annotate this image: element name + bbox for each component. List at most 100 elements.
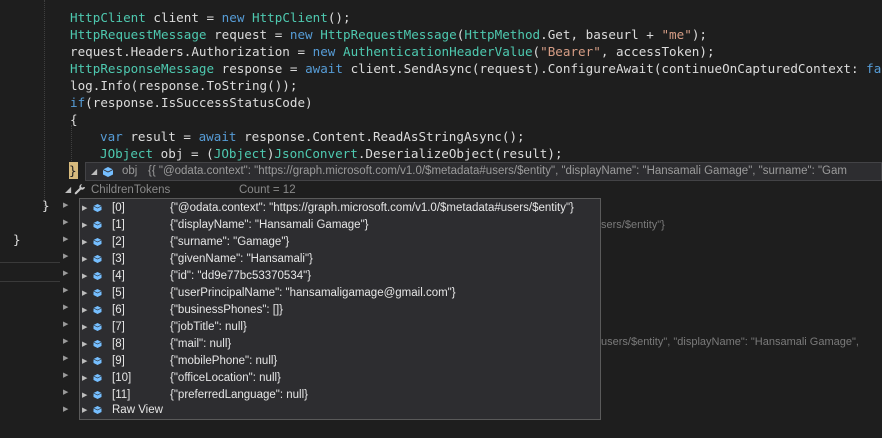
child-token-index: [4] xyxy=(112,270,125,282)
indent-guide xyxy=(44,0,45,210)
child-token-row[interactable]: ▶ [5] {"userPrincipalName": "hansamaligama… xyxy=(80,285,600,302)
expand-arrow-icon[interactable]: ▶ xyxy=(63,269,68,277)
editor-separator xyxy=(0,281,60,282)
child-token-index: [3] xyxy=(112,253,125,265)
child-token-index: [5] xyxy=(112,287,125,299)
code-line-2[interactable]: HttpRequestMessage request = new HttpReq… xyxy=(70,26,707,43)
expand-arrow-icon[interactable]: ▶ xyxy=(63,405,68,413)
expand-arrow-icon[interactable]: ▶ xyxy=(63,218,68,226)
object-cube-icon xyxy=(93,289,102,297)
datatip-value: {{ "@odata.context": "https://graph.micr… xyxy=(148,165,847,177)
child-token-value: {"businessPhones": []} xyxy=(170,304,284,316)
expand-arrow-icon[interactable]: ▶ xyxy=(82,268,87,285)
expand-arrow-icon[interactable]: ▶ xyxy=(63,252,68,260)
expand-arrow-icon[interactable]: ▶ xyxy=(82,251,87,268)
expand-arrow-icon[interactable]: ▶ xyxy=(63,235,68,243)
child-token-row[interactable]: ▶ [3] {"givenName": "Hansamali"} xyxy=(80,251,600,268)
expand-arrow-icon[interactable]: ▶ xyxy=(82,402,87,419)
expand-arrow-icon[interactable]: ▶ xyxy=(82,285,87,302)
wrench-icon xyxy=(74,184,85,195)
expand-arrow-icon[interactable]: ▶ xyxy=(82,234,87,251)
child-token-value: {"id": "dd9e77bc53370534"} xyxy=(170,270,312,282)
background-datatip-text: users/$entity", "displayName": "Hansamal… xyxy=(601,336,859,348)
expand-arrow-icon[interactable]: ▶ xyxy=(63,286,68,294)
children-tokens-label: ChildrenTokens xyxy=(91,184,171,196)
object-cube-icon xyxy=(103,167,113,177)
child-token-index: [10] xyxy=(112,372,132,384)
code-line-10[interactable]: } xyxy=(69,162,78,179)
children-tokens-row[interactable]: ◢ ChildrenTokens Count = 12 xyxy=(62,181,882,199)
expand-arrow-icon[interactable]: ▶ xyxy=(82,370,87,387)
expand-arrow-icon[interactable]: ▶ xyxy=(82,319,87,336)
expand-arrow-icon[interactable]: ▶ xyxy=(63,303,68,311)
child-token-row[interactable]: ▶ [2] {"surname": "Gamage"} xyxy=(80,234,600,251)
code-line-1[interactable]: HttpClient client = new HttpClient(); xyxy=(70,9,351,26)
code-line-8[interactable]: var result = await response.Content.Read… xyxy=(100,128,525,145)
object-cube-icon xyxy=(93,272,102,280)
children-tokens-popup[interactable]: ▶ [0] {"@odata.context": "https://graph.mi… xyxy=(79,198,601,420)
child-token-index: [9] xyxy=(112,355,125,367)
editor-separator xyxy=(0,262,60,263)
child-token-row[interactable]: ▶ [6] {"businessPhones": []} xyxy=(80,302,600,319)
object-cube-icon xyxy=(93,238,102,246)
expand-arrow-icon[interactable]: ◢ xyxy=(65,181,71,199)
code-line-13[interactable]: } xyxy=(13,232,21,247)
code-line-7[interactable]: { xyxy=(70,111,78,128)
child-token-value: {"displayName": "Hansamali Gamage"} xyxy=(170,219,369,231)
code-line-6[interactable]: if(response.IsSuccessStatusCode) xyxy=(70,94,313,111)
expand-arrow-icon[interactable]: ◢ xyxy=(91,163,97,180)
expand-arrow-icon[interactable]: ▶ xyxy=(82,217,87,234)
child-token-index: [7] xyxy=(112,321,125,333)
expand-arrow-icon[interactable]: ▶ xyxy=(63,201,68,209)
child-token-row[interactable]: ▶ [9] {"mobilePhone": null} xyxy=(80,353,600,370)
code-line-3[interactable]: request.Headers.Authorization = new Auth… xyxy=(70,43,715,60)
child-token-row[interactable]: ▶ [0] {"@odata.context": "https://graph.mi… xyxy=(80,200,600,217)
expand-arrow-icon[interactable]: ▶ xyxy=(63,371,68,379)
expand-arrow-icon[interactable]: ▶ xyxy=(63,388,68,396)
child-token-value: {"jobTitle": null} xyxy=(170,321,247,333)
expand-arrow-icon[interactable]: ▶ xyxy=(82,336,87,353)
raw-view-label: Raw View xyxy=(112,404,163,416)
child-token-index: [2] xyxy=(112,236,125,248)
child-token-value: {"givenName": "Hansamali"} xyxy=(170,253,313,265)
object-cube-icon xyxy=(93,204,102,212)
expand-arrow-icon[interactable]: ▶ xyxy=(82,302,87,319)
object-cube-icon xyxy=(93,391,102,399)
child-token-value: {"mobilePhone": null} xyxy=(170,355,278,367)
object-cube-icon xyxy=(93,406,102,414)
expand-arrow-icon[interactable]: ▶ xyxy=(63,354,68,362)
expand-arrow-icon[interactable]: ▶ xyxy=(63,337,68,345)
object-cube-icon xyxy=(93,255,102,263)
children-count: Count = 12 xyxy=(239,184,296,196)
expand-arrow-icon[interactable]: ▶ xyxy=(63,320,68,328)
code-line-5[interactable]: log.Info(response.ToString()); xyxy=(70,77,297,94)
child-token-row[interactable]: ▶ [1] {"displayName": "Hansamali Gamage"} xyxy=(80,217,600,234)
child-token-row[interactable]: ▶ [8] {"mail": null} xyxy=(80,336,600,353)
object-cube-icon xyxy=(93,340,102,348)
child-token-row[interactable]: ▶ [10] {"officeLocation": null} xyxy=(80,370,600,387)
code-line-9[interactable]: JObject obj = (JObject)JsonConvert.Deser… xyxy=(100,145,563,162)
child-token-row[interactable]: ▶ [4] {"id": "dd9e77bc53370534"} xyxy=(80,268,600,285)
object-cube-icon xyxy=(93,221,102,229)
code-line-4[interactable]: HttpResponseMessage response = await cli… xyxy=(70,60,882,77)
object-cube-icon xyxy=(93,374,102,382)
child-token-index: [0] xyxy=(112,202,125,214)
object-cube-icon xyxy=(93,323,102,331)
datatip-header[interactable]: ◢ obj {{ "@odata.context": "https://grap… xyxy=(85,162,882,181)
child-token-value: {"mail": null} xyxy=(170,338,232,350)
child-token-value: {"surname": "Gamage"} xyxy=(170,236,290,248)
expand-arrow-icon[interactable]: ▶ xyxy=(82,200,87,217)
raw-view-row[interactable]: ▶ Raw View xyxy=(80,402,600,419)
child-token-row[interactable]: ▶ [7] {"jobTitle": null} xyxy=(80,319,600,336)
object-cube-icon xyxy=(93,357,102,365)
child-token-value: {"@odata.context": "https://graph.micros… xyxy=(170,202,574,214)
child-token-index: [1] xyxy=(112,219,125,231)
code-line-12[interactable]: } xyxy=(42,198,50,213)
expand-arrow-icon[interactable]: ▶ xyxy=(82,353,87,370)
background-datatip-text: sers/$entity"} xyxy=(601,219,665,231)
child-token-index: [8] xyxy=(112,338,125,350)
child-token-value: {"userPrincipalName": "hansamaligamage@g… xyxy=(170,287,456,299)
datatip-variable-name: obj xyxy=(122,165,138,177)
child-token-value: {"officeLocation": null} xyxy=(170,372,281,384)
object-cube-icon xyxy=(93,306,102,314)
